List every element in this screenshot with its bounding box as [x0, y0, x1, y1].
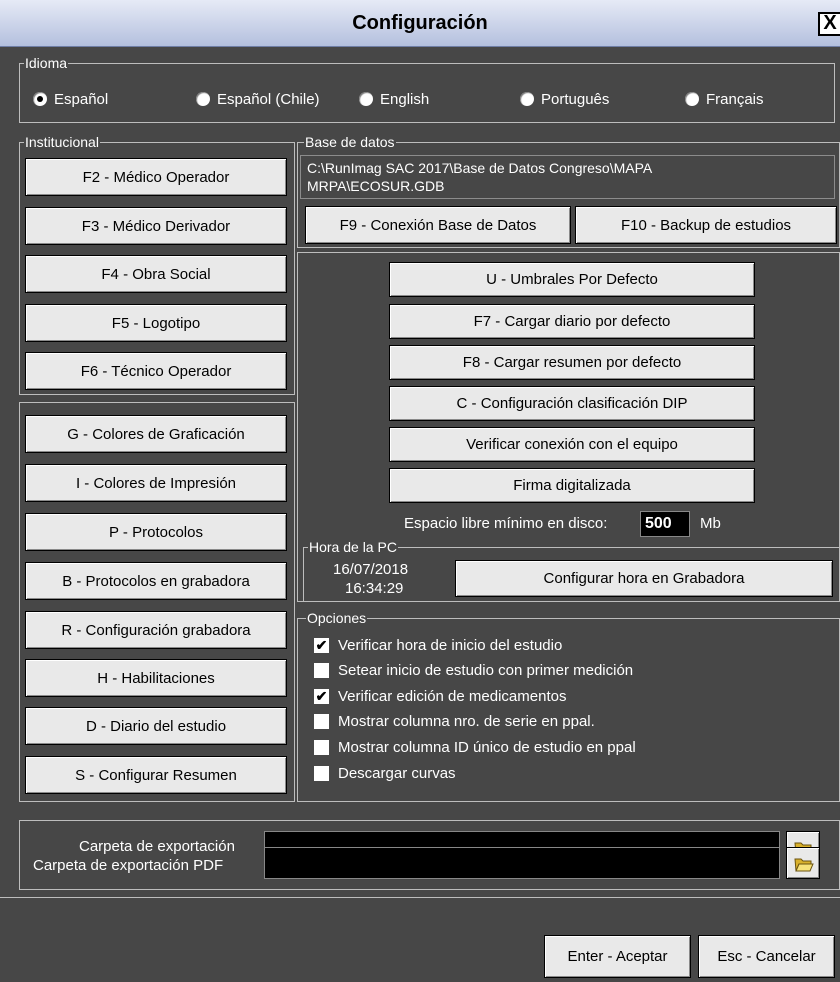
- export-folder-label: Carpeta de exportación: [79, 838, 235, 855]
- radio-espanol-dot: [33, 92, 47, 106]
- radio-english-dot: [359, 92, 373, 106]
- columna-serie-check-box: [314, 713, 329, 729]
- radio-espanol[interactable]: Español: [33, 88, 108, 110]
- radio-francais-label: Français: [706, 90, 764, 108]
- verificar-medicamentos-label: Verificar edición de medicamentos: [338, 687, 567, 705]
- radio-portugues[interactable]: Português: [520, 88, 609, 110]
- export-pdf-label: Carpeta de exportación PDF: [33, 857, 224, 874]
- habilitaciones-button[interactable]: H - Habilitaciones: [25, 659, 287, 697]
- pc-date: 16/07/2018: [333, 561, 409, 578]
- verificar-hora-checkbox[interactable]: ✔ Verificar hora de inicio del estudio: [314, 634, 562, 656]
- radio-francais-dot: [685, 92, 699, 106]
- backup-estudios-button[interactable]: F10 - Backup de estudios: [575, 206, 837, 244]
- pc-time: 16:34:29: [345, 580, 404, 597]
- columna-serie-label: Mostrar columna nro. de serie en ppal.: [338, 712, 595, 730]
- descargar-curvas-check-box: [314, 765, 329, 781]
- export-pdf-input[interactable]: [264, 847, 780, 879]
- columna-id-checkbox[interactable]: Mostrar columna ID único de estudio en p…: [314, 736, 636, 758]
- verificar-hora-label: Verificar hora de inicio del estudio: [338, 636, 563, 654]
- descargar-curvas-checkbox[interactable]: Descargar curvas: [314, 762, 456, 784]
- tecnico-operador-button[interactable]: F6 - Técnico Operador: [25, 352, 287, 390]
- setear-inicio-check-box: [314, 662, 329, 678]
- idioma-legend: Idioma: [24, 55, 69, 71]
- opciones-legend: Opciones: [306, 610, 368, 626]
- verificar-medicamentos-check-icon: ✔: [314, 687, 329, 704]
- radio-espanol-chile[interactable]: Español (Chile): [196, 88, 320, 110]
- hora-pc-legend: Hora de la PC: [308, 539, 398, 555]
- cargar-diario-button[interactable]: F7 - Cargar diario por defecto: [389, 304, 755, 339]
- columna-id-check-box: [314, 739, 329, 755]
- colores-graficacion-button[interactable]: G - Colores de Graficación: [25, 415, 287, 453]
- institucional-legend: Institucional: [24, 134, 100, 150]
- configurar-resumen-button[interactable]: S - Configurar Resumen: [25, 756, 287, 794]
- disk-space-unit: Mb: [700, 515, 721, 532]
- database-path-line2: MRPA\ECOSUR.GDB: [307, 178, 445, 194]
- window-title: Configuración: [352, 12, 488, 34]
- radio-espanol-chile-dot: [196, 92, 210, 106]
- columna-id-label: Mostrar columna ID único de estudio en p…: [338, 738, 636, 756]
- configurar-hora-button[interactable]: Configurar hora en Grabadora: [455, 560, 833, 597]
- radio-espanol-label: Español: [54, 90, 109, 108]
- radio-portugues-label: Português: [541, 90, 610, 108]
- cargar-resumen-button[interactable]: F8 - Cargar resumen por defecto: [389, 345, 755, 380]
- footer-separator: [0, 897, 840, 898]
- accept-button[interactable]: Enter - Aceptar: [544, 935, 691, 978]
- medico-derivador-button[interactable]: F3 - Médico Derivador: [25, 207, 287, 245]
- folder-open-icon: [794, 858, 814, 872]
- verificar-conexion-button[interactable]: Verificar conexión con el equipo: [389, 427, 755, 462]
- close-icon[interactable]: X: [818, 12, 840, 36]
- base-datos-legend: Base de datos: [304, 134, 396, 150]
- database-path: C:\RunImag SAC 2017\Base de Datos Congre…: [300, 155, 835, 199]
- disk-space-input[interactable]: 500: [640, 511, 690, 537]
- export-pdf-button[interactable]: [786, 847, 820, 879]
- conexion-base-datos-button[interactable]: F9 - Conexión Base de Datos: [305, 206, 571, 244]
- radio-francais[interactable]: Français: [685, 88, 764, 110]
- verificar-medicamentos-checkbox[interactable]: ✔ Verificar edición de medicamentos: [314, 685, 566, 707]
- clasificacion-dip-button[interactable]: C - Configuración clasificación DIP: [389, 386, 755, 421]
- disk-space-label: Espacio libre mínimo en disco:: [404, 515, 608, 532]
- verificar-hora-check-icon: ✔: [314, 636, 329, 653]
- logotipo-button[interactable]: F5 - Logotipo: [25, 304, 287, 342]
- database-path-line1: C:\RunImag SAC 2017\Base de Datos Congre…: [307, 160, 653, 176]
- descargar-curvas-label: Descargar curvas: [338, 764, 456, 782]
- columna-serie-checkbox[interactable]: Mostrar columna nro. de serie en ppal.: [314, 710, 595, 732]
- title-bar: Configuración X: [0, 0, 840, 47]
- cancel-button[interactable]: Esc - Cancelar: [698, 935, 835, 978]
- medico-operador-button[interactable]: F2 - Médico Operador: [25, 158, 287, 196]
- setear-inicio-checkbox[interactable]: Setear inicio de estudio con primer medi…: [314, 659, 633, 681]
- radio-english-label: English: [380, 90, 430, 108]
- radio-english[interactable]: English: [359, 88, 429, 110]
- radio-espanol-chile-label: Español (Chile): [217, 90, 320, 108]
- radio-portugues-dot: [520, 92, 534, 106]
- firma-digitalizada-button[interactable]: Firma digitalizada: [389, 468, 755, 503]
- protocolos-button[interactable]: P - Protocolos: [25, 513, 287, 551]
- configuracion-grabadora-button[interactable]: R - Configuración grabadora: [25, 611, 287, 649]
- diario-estudio-button[interactable]: D - Diario del estudio: [25, 707, 287, 745]
- setear-inicio-label: Setear inicio de estudio con primer medi…: [338, 661, 634, 679]
- protocolos-grabadora-button[interactable]: B - Protocolos en grabadora: [25, 562, 287, 600]
- umbrales-defecto-button[interactable]: U - Umbrales Por Defecto: [389, 262, 755, 297]
- colores-impresion-button[interactable]: I - Colores de Impresión: [25, 464, 287, 502]
- obra-social-button[interactable]: F4 - Obra Social: [25, 255, 287, 293]
